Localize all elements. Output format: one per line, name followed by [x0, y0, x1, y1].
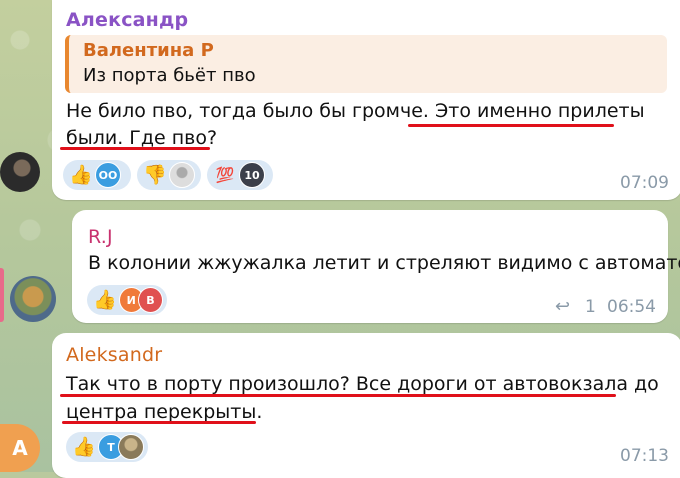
reaction-hundred[interactable]: 💯 10 [207, 160, 273, 190]
sender-name[interactable]: R.J [88, 226, 113, 248]
quote-text: Из порта бьёт пво [83, 65, 256, 86]
message-text-line1: Не било пво, тогда было бы громче. Это и… [66, 100, 645, 122]
quote-sender: Валентина Р [83, 40, 214, 61]
reaction-avatar [169, 162, 195, 188]
reaction-avatar: В [137, 287, 163, 313]
red-underline [60, 394, 616, 397]
thumbs-up-icon: 👍 [69, 164, 93, 186]
avatar-letter: A [12, 436, 28, 460]
sender-name[interactable]: Aleksandr [66, 344, 162, 366]
avatar-aleksandr-1[interactable] [0, 152, 40, 192]
unread-marker [0, 268, 4, 322]
reaction-thumbs-up[interactable]: 👍 ОО [63, 160, 131, 190]
red-underline [60, 147, 210, 150]
thumbs-down-icon: 👎 [143, 164, 167, 186]
reply-arrow-icon[interactable]: ↩ [555, 296, 570, 317]
reaction-thumbs-up[interactable]: 👍 И В [87, 285, 167, 315]
thumbs-up-icon: 👍 [93, 289, 117, 311]
reaction-avatar [118, 434, 144, 460]
reply-count[interactable]: 1 [585, 297, 596, 317]
avatar-rj[interactable] [10, 276, 56, 322]
reaction-thumbs-up[interactable]: 👍 Т [66, 432, 148, 462]
sender-name[interactable]: Александр [66, 9, 188, 31]
message-time: 07:09 [620, 173, 669, 193]
thumbs-up-icon: 👍 [72, 436, 96, 458]
message-text-line1: В колонии жжужалка летит и стреляют види… [88, 252, 680, 274]
red-underline [62, 421, 256, 424]
reaction-avatar: 10 [239, 162, 265, 188]
red-underline [408, 124, 614, 127]
hundred-icon: 💯 [215, 166, 235, 184]
reply-quote[interactable]: Валентина Р Из порта бьёт пво [65, 35, 667, 93]
reaction-thumbs-down[interactable]: 👎 [137, 160, 201, 190]
reaction-avatar: ОО [95, 162, 121, 188]
message-time: 06:54 [607, 297, 656, 317]
message-time: 07:13 [620, 446, 669, 466]
